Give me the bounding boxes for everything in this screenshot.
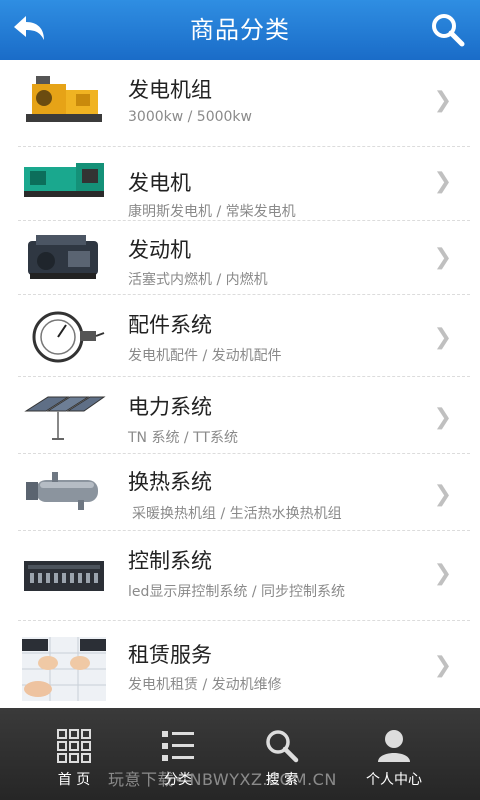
chevron-right-icon: ❯ [433, 653, 452, 678]
category-subtitle: TN 系统 / TT系统 [128, 430, 238, 446]
search-button[interactable] [430, 12, 466, 48]
chevron-right-icon: ❯ [433, 245, 452, 270]
page-title: 商品分类 [190, 16, 290, 44]
category-subtitle: 采暖换热机组 / 生活热水换热机组 [132, 506, 342, 522]
category-row[interactable]: 电力系统 TN 系统 / TT系统 ❯ [0, 377, 480, 454]
category-subtitle: led显示屏控制系统 / 同步控制系统 [128, 584, 346, 600]
category-name: 电力系统 [128, 395, 212, 419]
engine-image [28, 235, 98, 279]
category-row[interactable]: 租赁服务 发电机租赁 / 发动机维修 ❯ [0, 621, 480, 709]
category-name: 发电机组 [128, 78, 212, 102]
search-icon [432, 14, 465, 47]
category-name: 换热系统 [128, 470, 212, 494]
tab-label: 个人中心 [366, 772, 422, 788]
control-panel-image [24, 561, 104, 591]
category-row[interactable]: 发动机 活塞式内燃机 / 内燃机 ❯ [0, 221, 480, 295]
chevron-right-icon: ❯ [433, 482, 452, 507]
watermark: 玩意下载• NBWYXZ.COM.CN [108, 770, 337, 789]
category-row[interactable]: 发电机组 3000kw / 5000kw ❯ [0, 60, 480, 147]
category-name: 控制系统 [128, 549, 212, 573]
category-name: 租赁服务 [128, 643, 212, 667]
category-row[interactable]: 发电机 康明斯发电机 / 常柴发电机 ❯ [0, 147, 480, 221]
header-bar: 商品分类 [0, 0, 480, 60]
category-subtitle: 康明斯发电机 / 常柴发电机 [128, 204, 296, 220]
category-subtitle: 3000kw / 5000kw [128, 109, 252, 125]
chevron-right-icon: ❯ [433, 88, 452, 113]
grid-home-icon [57, 729, 91, 763]
chevron-right-icon: ❯ [433, 561, 452, 586]
category-subtitle: 活塞式内燃机 / 内燃机 [128, 272, 268, 288]
category-row[interactable]: 换热系统 采暖换热机组 / 生活热水换热机组 ❯ [0, 454, 480, 531]
user-icon [378, 730, 410, 762]
solar-panel-image [24, 396, 106, 440]
search-icon [266, 730, 299, 763]
generator-image [24, 163, 104, 197]
category-name: 配件系统 [128, 313, 212, 337]
chevron-right-icon: ❯ [433, 169, 452, 194]
category-row[interactable]: 控制系统 led显示屏控制系统 / 同步控制系统 ❯ [0, 531, 480, 621]
category-subtitle: 发电机租赁 / 发动机维修 [128, 677, 282, 693]
category-name: 发动机 [128, 238, 191, 262]
category-subtitle: 发电机配件 / 发动机配件 [128, 348, 282, 364]
gauge-image [32, 311, 105, 363]
chevron-right-icon: ❯ [433, 325, 452, 350]
chevron-right-icon: ❯ [433, 405, 452, 430]
heat-exchanger-image [26, 472, 98, 510]
rental-handshake-image [22, 637, 106, 701]
generator-set-image [26, 76, 102, 122]
category-row[interactable]: 配件系统 发电机配件 / 发动机配件 ❯ [0, 295, 480, 377]
tab-profile[interactable]: 个人中心 [346, 708, 442, 800]
list-category-icon [162, 731, 194, 761]
category-name: 发电机 [128, 171, 191, 195]
